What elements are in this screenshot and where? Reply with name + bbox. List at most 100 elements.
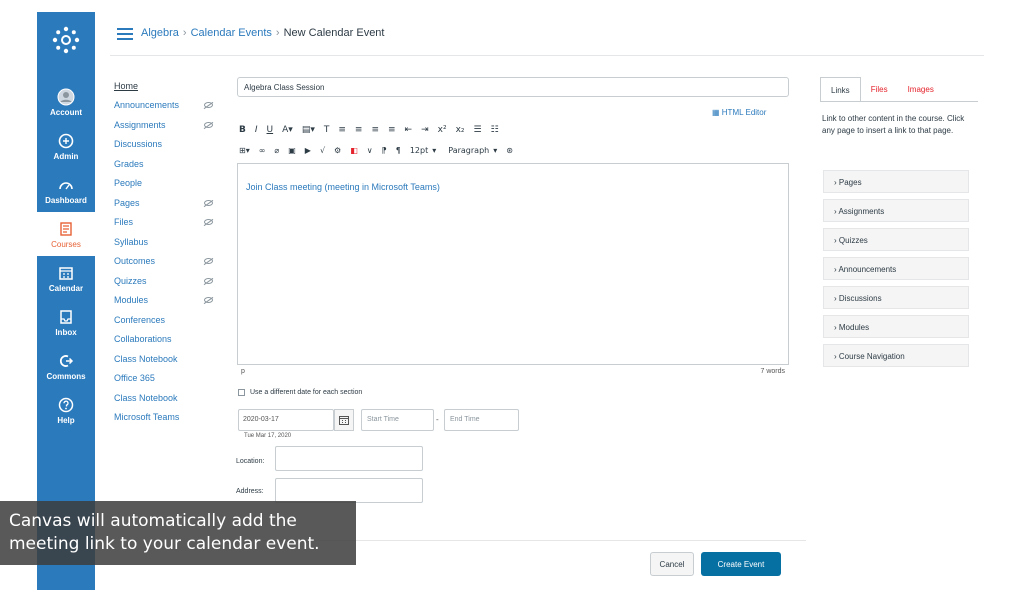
clear-format-icon[interactable]: T bbox=[324, 125, 330, 135]
html-editor-link[interactable]: ▦ HTML Editor bbox=[712, 108, 766, 117]
font-color-icon[interactable]: A▾ bbox=[282, 125, 293, 135]
different-date-checkbox[interactable] bbox=[238, 389, 245, 396]
media-icon[interactable]: ▶ bbox=[305, 146, 311, 155]
course-nav-office-365[interactable]: Office 365 bbox=[114, 369, 219, 389]
course-nav-microsoft-teams[interactable]: Microsoft Teams bbox=[114, 408, 219, 428]
align-center-icon[interactable]: ≡ bbox=[355, 125, 363, 135]
course-nav-label: Pages bbox=[114, 197, 140, 208]
image-icon[interactable]: ▣ bbox=[288, 146, 296, 155]
global-nav-courses[interactable]: Courses bbox=[37, 212, 95, 256]
course-nav-people[interactable]: People bbox=[114, 174, 219, 194]
breadcrumb-course-link[interactable]: Algebra bbox=[141, 27, 179, 39]
global-nav-label: Account bbox=[50, 108, 82, 117]
global-nav-calendar[interactable]: Calendar bbox=[37, 256, 95, 300]
embed-icon[interactable]: ⚙ bbox=[334, 146, 341, 155]
course-nav-home[interactable]: Home bbox=[114, 76, 219, 96]
teams-meeting-link[interactable]: Join Class meeting (meeting in Microsoft… bbox=[246, 182, 440, 192]
different-date-option[interactable]: Use a different date for each section bbox=[238, 389, 362, 396]
canvas-logo-icon[interactable] bbox=[37, 12, 95, 68]
align-left-icon[interactable]: ≡ bbox=[338, 125, 346, 135]
global-nav-label: Courses bbox=[51, 240, 81, 249]
course-nav-label: Announcements bbox=[114, 100, 180, 111]
global-nav-admin[interactable]: Admin bbox=[37, 124, 95, 168]
global-nav-dashboard[interactable]: Dashboard bbox=[37, 168, 95, 212]
unlink-icon[interactable]: ⌀ bbox=[274, 146, 279, 155]
global-nav-account[interactable]: Account bbox=[37, 80, 95, 124]
breadcrumb-section-link[interactable]: Calendar Events bbox=[191, 27, 272, 39]
course-nav-conferences[interactable]: Conferences bbox=[114, 310, 219, 330]
bullet-list-icon[interactable]: ☰ bbox=[474, 125, 482, 135]
bold-icon[interactable]: B bbox=[239, 125, 246, 135]
indent-icon[interactable]: ⇥ bbox=[421, 125, 429, 135]
end-time-input[interactable]: End Time bbox=[444, 409, 519, 431]
tab-files[interactable]: Files bbox=[861, 77, 898, 102]
cancel-button[interactable]: Cancel bbox=[650, 552, 694, 576]
course-nav-label: Outcomes bbox=[114, 256, 156, 267]
course-nav-label: Office 365 bbox=[114, 373, 155, 384]
date-input[interactable]: 2020-03-17 bbox=[238, 409, 334, 431]
course-nav-pages[interactable]: Pages bbox=[114, 193, 219, 213]
global-nav-help[interactable]: Help bbox=[37, 388, 95, 432]
table-icon[interactable]: ⊞▾ bbox=[239, 146, 250, 155]
course-nav-grades[interactable]: Grades bbox=[114, 154, 219, 174]
more-icon[interactable]: ∨ bbox=[367, 146, 373, 155]
link-icon[interactable]: ∞ bbox=[259, 146, 266, 155]
numbered-list-icon[interactable]: ☷ bbox=[491, 125, 499, 135]
course-nav-collaborations[interactable]: Collaborations bbox=[114, 330, 219, 350]
global-nav-commons[interactable]: Commons bbox=[37, 344, 95, 388]
calendar-icon bbox=[56, 263, 76, 283]
calendar-picker-icon[interactable] bbox=[334, 409, 354, 431]
highlight-icon[interactable]: ▤▾ bbox=[302, 125, 315, 135]
course-nav-announcements[interactable]: Announcements bbox=[114, 96, 219, 116]
course-nav-assignments[interactable]: Assignments bbox=[114, 115, 219, 135]
create-event-button[interactable]: Create Event bbox=[701, 552, 781, 576]
link-group-discussions[interactable]: › Discussions bbox=[823, 286, 969, 309]
align-justify-icon[interactable]: ≡ bbox=[388, 125, 396, 135]
underline-icon[interactable]: U bbox=[267, 125, 274, 135]
tab-links[interactable]: Links bbox=[820, 77, 861, 102]
link-group-pages[interactable]: › Pages bbox=[823, 170, 969, 193]
start-time-input[interactable]: Start Time bbox=[361, 409, 434, 431]
paragraph-select[interactable]: Paragraph bbox=[448, 146, 489, 155]
course-nav-label: Discussions bbox=[114, 139, 163, 150]
global-nav-inbox[interactable]: Inbox bbox=[37, 300, 95, 344]
rich-content-editor[interactable]: Join Class meeting (meeting in Microsoft… bbox=[237, 163, 789, 365]
equation-icon[interactable]: √ bbox=[320, 146, 325, 155]
course-nav-label: Home bbox=[114, 80, 139, 91]
course-nav-modules[interactable]: Modules bbox=[114, 291, 219, 311]
location-input[interactable] bbox=[275, 446, 423, 471]
address-input[interactable] bbox=[275, 478, 423, 503]
subscript-icon[interactable]: x₂ bbox=[456, 125, 465, 135]
dashboard-icon bbox=[56, 175, 76, 195]
link-group-quizzes[interactable]: › Quizzes bbox=[823, 228, 969, 251]
course-nav-files[interactable]: Files bbox=[114, 213, 219, 233]
course-nav-label: Class Notebook bbox=[114, 392, 178, 403]
link-group-modules[interactable]: › Modules bbox=[823, 315, 969, 338]
superscript-icon[interactable]: x² bbox=[438, 125, 447, 135]
link-group-course-navigation[interactable]: › Course Navigation bbox=[823, 344, 969, 367]
link-group-announcements[interactable]: › Announcements bbox=[823, 257, 969, 280]
course-nav-class-notebook[interactable]: Class Notebook bbox=[114, 349, 219, 369]
align-right-icon[interactable]: ≡ bbox=[371, 125, 379, 135]
font-size-select[interactable]: 12pt bbox=[410, 146, 428, 155]
course-nav-syllabus[interactable]: Syllabus bbox=[114, 232, 219, 252]
course-nav-quizzes[interactable]: Quizzes bbox=[114, 271, 219, 291]
rtl-icon[interactable]: ¶ bbox=[396, 146, 401, 155]
accessibility-icon[interactable]: ⊛ bbox=[506, 146, 513, 155]
hamburger-menu-icon[interactable] bbox=[117, 28, 133, 40]
global-nav-label: Help bbox=[57, 416, 75, 425]
global-nav-label: Commons bbox=[46, 372, 86, 381]
italic-icon[interactable]: I bbox=[255, 125, 258, 135]
inbox-icon bbox=[56, 307, 76, 327]
global-nav-label: Admin bbox=[53, 152, 79, 161]
event-title-input[interactable]: Algebra Class Session bbox=[237, 77, 789, 97]
location-label: Location: bbox=[236, 458, 265, 465]
office-icon[interactable]: ◧ bbox=[350, 146, 358, 155]
course-nav-outcomes[interactable]: Outcomes bbox=[114, 252, 219, 272]
tab-images[interactable]: Images bbox=[898, 77, 944, 102]
course-nav-class-notebook-2[interactable]: Class Notebook bbox=[114, 388, 219, 408]
ltr-icon[interactable]: ⁋ bbox=[382, 146, 387, 155]
link-group-assignments[interactable]: › Assignments bbox=[823, 199, 969, 222]
outdent-icon[interactable]: ⇤ bbox=[405, 125, 413, 135]
course-nav-discussions[interactable]: Discussions bbox=[114, 135, 219, 155]
